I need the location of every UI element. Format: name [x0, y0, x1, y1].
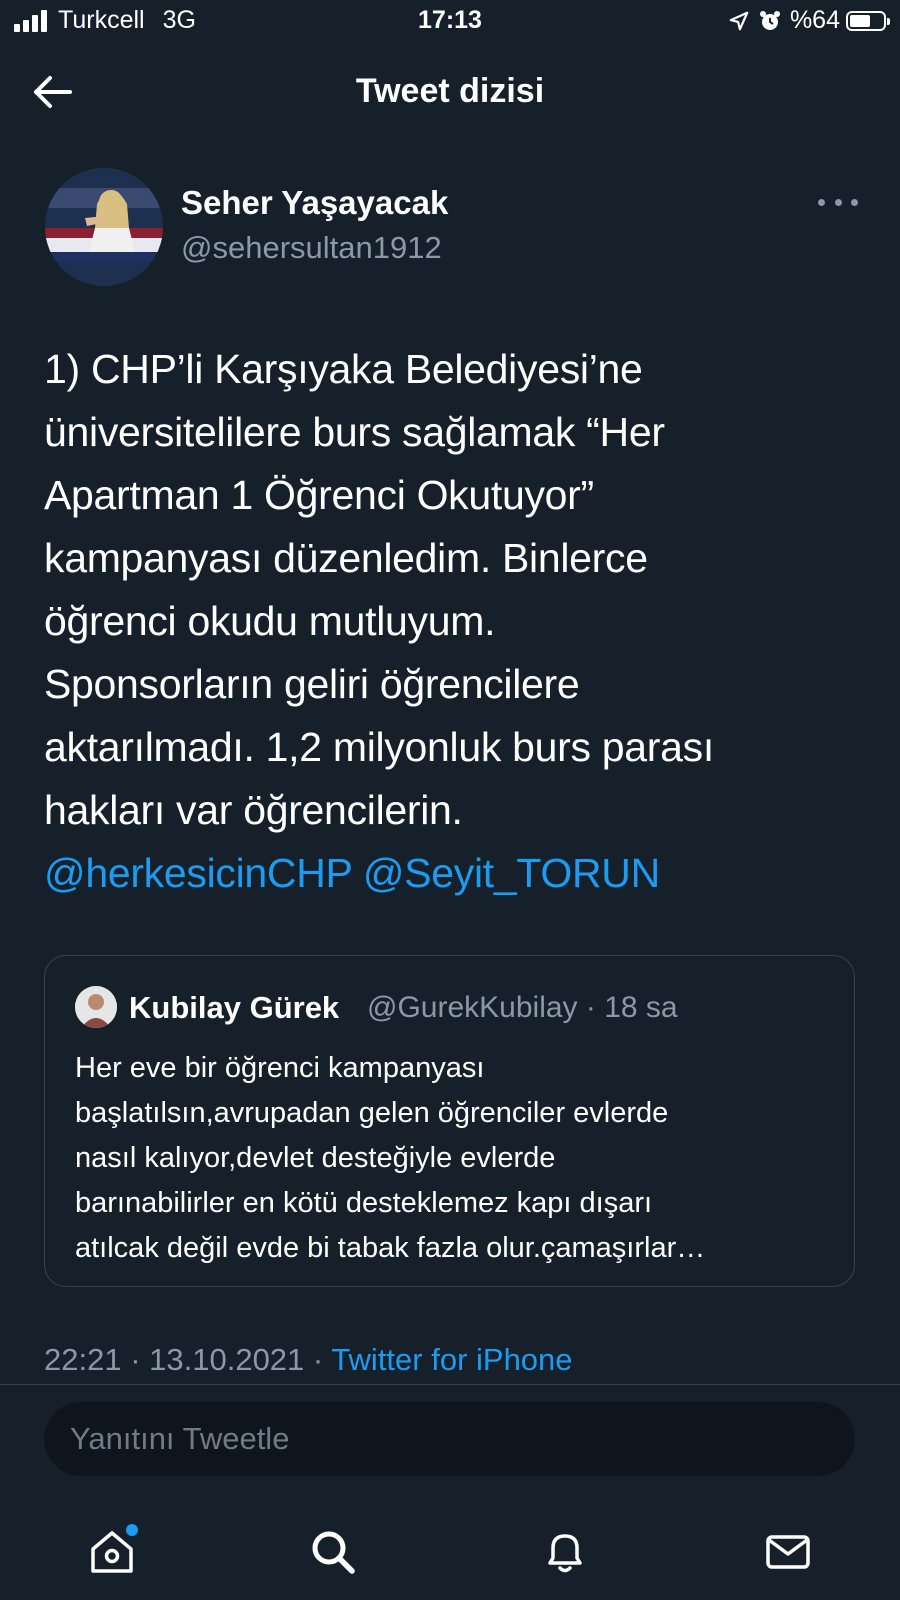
search-icon: [312, 1531, 355, 1574]
mentions-line: @herkesicinCHP @Seyit_TORUN: [44, 842, 844, 905]
tab-messages[interactable]: [758, 1522, 818, 1582]
quoted-author-name: Kubilay Gürek: [129, 990, 340, 1025]
messages-icon: [766, 1535, 810, 1569]
alarm-icon: [759, 10, 780, 30]
quoted-text-line: Her eve bir öğrenci kampanyası: [75, 1052, 485, 1084]
more-options-icon[interactable]: [818, 190, 858, 214]
tweet-text-line: öğrenci okudu mutluyum.: [44, 598, 496, 644]
quoted-text-line: başlatılsın,avrupadan gelen öğrenciler e…: [75, 1097, 669, 1129]
quoted-text-line: barınabilirler en kötü desteklemez kapı …: [75, 1187, 653, 1219]
tweet-source-link[interactable]: Twitter for iPhone: [331, 1342, 572, 1377]
reply-placeholder: Yanıtını Tweetle: [70, 1421, 290, 1456]
battery-percentage: %64: [789, 6, 840, 34]
tweet-text-line: hakları var öğrencilerin.: [44, 787, 463, 833]
battery-fill: [850, 14, 871, 27]
status-bar: Turkcell 3G 17:13 %64: [0, 0, 900, 46]
quoted-meta: @GurekKubilay · 18 sa: [367, 991, 678, 1024]
tweet-text-line: Apartman 1 Öğrenci Okutuyor”: [44, 472, 594, 518]
location-arrow-icon: [729, 11, 749, 30]
tab-notifications[interactable]: [535, 1522, 595, 1582]
author-name[interactable]: Seher Yaşayacak: [181, 184, 448, 222]
notifications-icon: [548, 1534, 582, 1573]
reply-input[interactable]: Yanıtını Tweetle: [44, 1402, 855, 1476]
bottom-tab-bar: [0, 1510, 900, 1600]
mention-link[interactable]: @herkesicinCHP: [44, 850, 352, 896]
quoted-tweet[interactable]: Kubilay Gürek @GurekKubilay · 18 sa Her …: [44, 955, 855, 1287]
tweet-body: 1) CHP’li Karşıyaka Belediyesi’ne üniver…: [44, 338, 844, 905]
quoted-age: 18 sa: [604, 991, 678, 1024]
quoted-avatar-image: [75, 986, 117, 1028]
tweet-time: 22:21: [44, 1342, 122, 1377]
author-handle[interactable]: @sehersultan1912: [181, 230, 442, 266]
quoted-author-handle: @GurekKubilay: [367, 991, 578, 1024]
battery-icon: [846, 10, 890, 31]
page-title: Tweet dizisi: [355, 72, 545, 110]
avatar-image: [45, 168, 163, 286]
author-avatar[interactable]: [45, 168, 163, 286]
status-right: %64: [728, 6, 890, 35]
divider: [0, 1384, 900, 1385]
quoted-text-line: atılcak değil evde bi tabak fazla olur.ç…: [75, 1232, 706, 1264]
tweet-text-line: aktarılmadı. 1,2 milyonluk burs parası: [44, 724, 714, 770]
tweet-text-line: kampanyası düzenledim. Binlerce: [44, 535, 648, 581]
tweet-text-line: 1) CHP’li Karşıyaka Belediyesi’ne: [44, 346, 643, 392]
tweet-text-line: Sponsorların geliri öğrencilere: [44, 661, 580, 707]
tweet-text-line: üniversitelilere burs sağlamak “Her: [44, 409, 665, 455]
home-notification-dot: [126, 1524, 138, 1536]
quoted-text: Her eve bir öğrenci kampanyası başlatıls…: [75, 1046, 835, 1271]
tab-home[interactable]: [82, 1522, 142, 1582]
mention-link[interactable]: @Seyit_TORUN: [363, 850, 660, 896]
quoted-author-avatar: [75, 986, 117, 1028]
header: Tweet dizisi: [0, 50, 900, 134]
tweet-timestamp: 22:21 · 13.10.2021 · Twitter for iPhone: [44, 1342, 573, 1377]
tweet-thread-screen: Turkcell 3G 17:13 %64 Tweet dizisi Seher…: [0, 0, 900, 1600]
tweet-date: 13.10.2021: [149, 1342, 305, 1377]
quoted-text-line: nasıl kalıyor,devlet desteğiyle evlerde: [75, 1142, 556, 1174]
tab-search[interactable]: [303, 1522, 363, 1582]
